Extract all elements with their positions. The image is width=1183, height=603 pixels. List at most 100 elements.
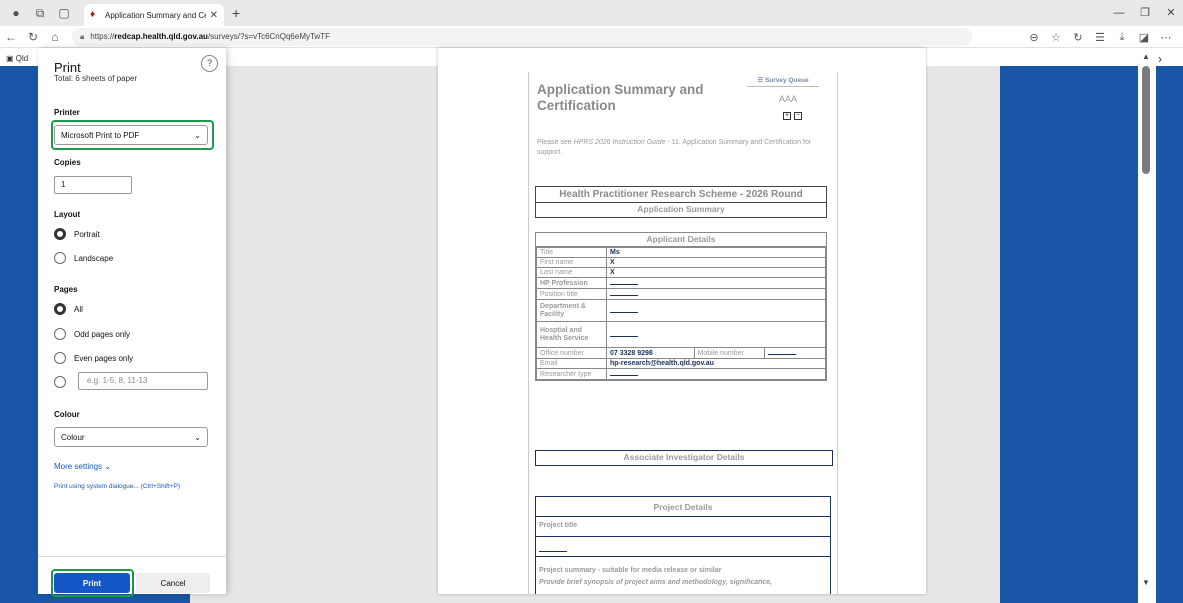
copilot-icon[interactable]: ◪ [1133,31,1155,44]
close-window-icon[interactable]: ✕ [1159,0,1183,26]
favorite-star-icon[interactable]: ☆ [1045,31,1067,44]
office-value: 07 3328 9298 [606,347,695,359]
pages-all-radio[interactable]: All [54,303,83,315]
colour-select[interactable]: Colour ⌄ [54,427,208,447]
email-label: Email [536,358,607,369]
print-preview[interactable]: Application Summary and Certification ☰ … [438,48,926,594]
table-row: HP Profession [536,277,826,289]
hhs-label: Hosptial and Health Service [536,321,607,348]
printer-select[interactable]: Microsoft Print to PDF ⌄ [54,125,208,145]
browser-tab[interactable]: ♦ Application Summary and Certific ✕ [84,4,224,26]
radio-icon [54,376,66,388]
first-name-label: First name [536,257,607,268]
scroll-down-icon[interactable]: ▼ [1142,578,1150,587]
scroll-up-icon[interactable]: ▲ [1142,52,1150,61]
sidebar-expand-icon[interactable]: › [1158,52,1162,66]
instruction-text: Please see HPRS 2026 Instruction Guide -… [537,138,827,157]
more-icon[interactable]: ⋯ [1155,31,1177,44]
layout-portrait-radio[interactable]: Portrait [54,228,100,240]
email-value: hp-research@health.qld.gov.au [606,358,826,369]
table-row: Hosptial and Health Service [536,321,826,348]
hhs-value [606,321,826,348]
table-row: First name X [536,257,826,268]
help-icon[interactable]: ? [201,55,218,72]
restore-icon[interactable]: ❐ [1133,0,1157,26]
font-size-controls: AAA [779,94,798,104]
layout-landscape-radio[interactable]: Landscape [54,252,113,264]
page-title: Application Summary and Certification [537,82,704,113]
minimize-icon[interactable]: — [1107,0,1131,26]
pages-all-label: All [74,304,83,314]
radio-icon [54,328,66,340]
profession-label: HP Profession [536,277,607,289]
address-bar: ← ↻ ⌂ 🔒︎ https://redcap.health.qld.gov.a… [0,26,1183,48]
pages-label: Pages [54,285,78,294]
system-dialog-link[interactable]: Print using system dialogue... (Ctrl+Shi… [54,483,180,490]
position-value [606,288,826,300]
last-name-label: Last name [536,267,607,278]
favorites-icon[interactable]: ☰ [1089,31,1111,44]
title-bar: ● ⧉ ▢ ♦ Application Summary and Certific… [0,0,1183,26]
radio-selected-icon [54,303,66,315]
table-row: Department & Facility [536,299,826,322]
pages-odd-label: Odd pages only [74,329,131,339]
downloads-icon[interactable]: ⤓ [1111,31,1133,44]
table-row: Office number 07 3328 9298 Mobile number [536,347,827,359]
researcher-type-label: Researcher type [536,368,607,380]
favorite-qld[interactable]: Qld [16,54,28,63]
workspaces-icon[interactable]: ⧉ [32,5,48,21]
copies-input[interactable]: 1 [54,176,132,194]
more-settings-link[interactable]: More settings ⌄ [54,462,111,471]
instruction-guide: HPRS 2026 Instruction Guide [573,139,666,146]
table-row: Last name X [536,267,826,278]
tab-actions-icon[interactable]: ▢ [56,5,72,21]
zoom-controls: + − [783,110,805,120]
profile-icon[interactable]: ● [8,5,24,21]
table-row: Title Ms [536,247,826,258]
pages-even-label: Even pages only [74,353,134,363]
cancel-button[interactable]: Cancel [136,573,210,593]
survey-queue-link: ☰ Survey Queue [747,76,819,87]
application-summary-heading: Application Summary [637,204,725,214]
plus-icon: + [783,112,791,120]
page-range-input[interactable]: e.g. 1-5, 8, 11-13 [78,372,208,390]
table-row: Email hp-research@health.qld.gov.au [536,358,826,369]
lock-icon: 🔒︎ [80,31,85,41]
window-controls: — ❐ ✕ [1105,0,1183,26]
applicant-details-heading: Applicant Details [536,233,826,247]
pages-custom-radio[interactable] [54,376,74,388]
url-prefix: https:// [90,32,115,41]
url-field[interactable]: 🔒︎ https://redcap.health.qld.gov.au/surv… [72,27,972,46]
redcap-favicon-icon: ♦ [90,9,96,20]
print-button[interactable]: Print [54,573,130,593]
sheet-count: Total: 6 sheets of paper [54,74,138,83]
home-icon[interactable]: ⌂ [44,30,66,44]
table-row: Researcher type [536,368,826,380]
scheme-header-box: Health Practitioner Research Scheme - 20… [535,186,827,218]
back-icon[interactable]: ← [0,30,22,44]
reader-icon[interactable]: ⊖ [1023,31,1045,44]
project-title-label: Project title [536,517,830,537]
radio-icon [54,352,66,364]
new-tab-button[interactable]: + [232,5,240,21]
associate-box: Associate Investigator Details [535,450,833,466]
project-synopsis: Provide brief synopsis of project aims a… [539,579,773,586]
scheme-title: Health Practitioner Research Scheme - 20… [536,187,826,203]
associate-heading: Associate Investigator Details [623,452,745,462]
toolbar-right: ⊖ ☆ ↻ ☰ ⤓ ◪ ⋯ [1023,26,1177,48]
layout-label: Layout [54,210,81,219]
profession-value [606,277,826,289]
refresh-icon[interactable]: ↻ [22,30,44,44]
radio-icon [54,252,66,264]
page-scrollbar[interactable]: ▲ ▼ [1138,48,1156,603]
instruction-pre: Please see [537,139,574,146]
extensions-icon[interactable]: ↻ [1067,31,1089,44]
title-value: Ms [606,247,826,258]
pages-even-radio[interactable]: Even pages only [54,352,133,364]
scrollbar-thumb[interactable] [1142,66,1150,174]
url-path: /surveys/?s=vTc6CnQq6eMyTwTF [207,32,330,41]
project-details-heading: Project Details [536,497,830,517]
pages-odd-radio[interactable]: Odd pages only [54,328,130,340]
close-tab-icon[interactable]: ✕ [210,10,218,21]
title-label: Title [536,247,607,258]
